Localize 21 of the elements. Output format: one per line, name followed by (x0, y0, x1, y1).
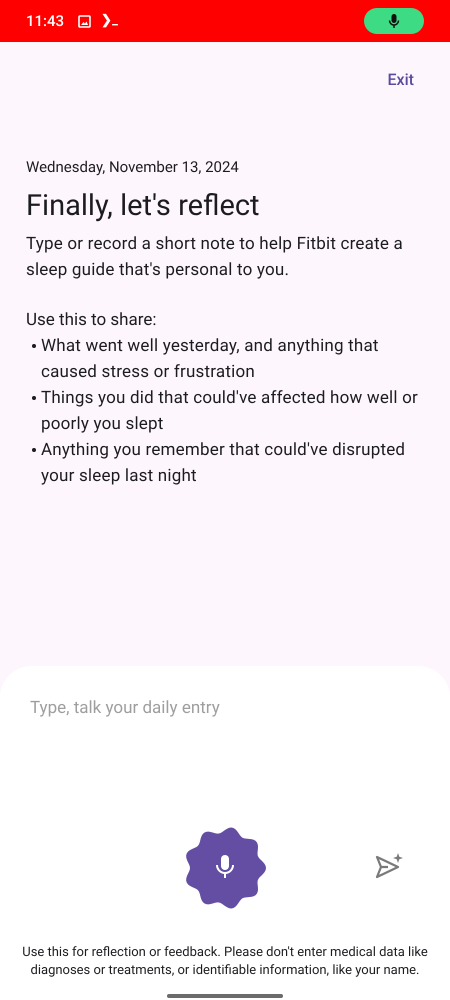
bullet-text: Things you did that could've affected how well or poorly you slept (41, 386, 420, 436)
microphone-icon (388, 13, 400, 29)
entry-input-field[interactable]: Type, talk your daily entry (0, 666, 450, 722)
intro-text: Type or record a short note to help Fitbit create a sleep guide that's personal to you. (26, 232, 404, 282)
bullet-text: What went well yesterday, and anything that caused stress or frustration (41, 334, 380, 384)
bullet-icon (32, 396, 36, 400)
bullet-icon (32, 448, 36, 452)
share-heading: Use this to share: (26, 308, 158, 332)
date-label: Wednesday, November 13, 2024 (26, 157, 240, 178)
send-button[interactable] (374, 850, 404, 880)
exit-button[interactable]: Exit (388, 66, 414, 94)
send-sparkle-icon (374, 850, 404, 880)
page-title: Finally, let's reflect (26, 188, 261, 224)
home-indicator[interactable] (167, 994, 283, 998)
status-time: 11:43 (26, 10, 64, 32)
record-button[interactable] (183, 826, 267, 910)
bullet-text: Anything you remember that could've disrupted your sleep last night (41, 438, 406, 488)
image-icon (78, 14, 92, 28)
terminal-icon: ❯_ (101, 11, 118, 31)
bullet-icon (32, 344, 36, 348)
disclaimer-text: Use this for reflection or feedback. Please don't enter medical data like diagnoses or treatments, or identifiable information, like your name. (21, 944, 429, 980)
